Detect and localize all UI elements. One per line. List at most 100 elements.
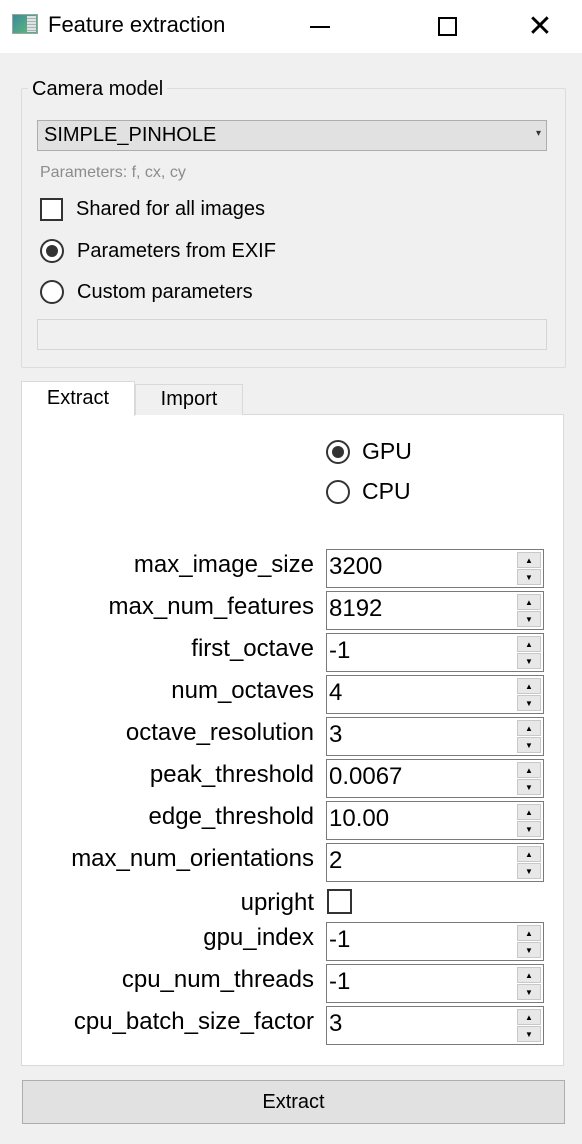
spin-up-icon[interactable]: ▲ [517,678,541,694]
param-label: edge_threshold [148,803,314,830]
camera-model-selected-value: SIMPLE_PINHOLE [44,124,217,146]
extract-button[interactable]: Extract [22,1080,565,1124]
param-label: max_num_orientations [71,845,314,872]
spin-down-icon[interactable]: ▼ [517,984,541,1000]
max-num-features-spinbox[interactable]: 8192 ▲ ▼ [326,591,544,630]
maximize-button[interactable] [424,0,470,53]
param-row-peak-threshold: peak_threshold 0.0067 ▲ ▼ [21,759,566,799]
gpu-index-spinbox[interactable]: -1 ▲ ▼ [326,922,544,961]
param-row-cpu-batch-size-factor: cpu_batch_size_factor 3 ▲ ▼ [21,1006,566,1046]
app-window-icon [12,14,38,34]
param-label: octave_resolution [125,719,314,746]
window-title: Feature extraction [48,12,226,37]
spin-down-icon[interactable]: ▼ [517,569,541,585]
upright-checkbox[interactable] [327,889,352,914]
spinbox-buttons: ▲ ▼ [517,804,541,837]
parameters-hint: Parameters: f, cx, cy [40,164,186,181]
tab-extract[interactable]: Extract [21,381,135,416]
radio-button[interactable] [40,280,64,304]
spin-down-icon[interactable]: ▼ [517,863,541,879]
param-row-gpu-index: gpu_index -1 ▲ ▼ [21,922,566,962]
param-row-cpu-num-threads: cpu_num_threads -1 ▲ ▼ [21,964,566,1004]
first-octave-spinbox[interactable]: -1 ▲ ▼ [326,633,544,672]
spinbox-buttons: ▲ ▼ [517,846,541,879]
param-label: cpu_batch_size_factor [73,1008,314,1035]
spin-down-icon[interactable]: ▼ [517,737,541,753]
cpu-num-threads-spinbox[interactable]: -1 ▲ ▼ [326,964,544,1003]
checkbox-box[interactable] [40,198,63,221]
param-label: max_image_size [133,551,314,578]
spin-up-icon[interactable]: ▲ [517,925,541,941]
param-row-first-octave: first_octave -1 ▲ ▼ [21,633,566,673]
radio-gpu[interactable]: GPU [326,438,412,465]
radio-label: Parameters from EXIF [77,239,276,262]
spin-up-icon[interactable]: ▲ [517,762,541,778]
camera-model-group-title: Camera model [28,78,168,101]
spin-down-icon[interactable]: ▼ [517,779,541,795]
close-icon: ✕ [527,9,553,43]
radio-label: CPU [362,478,411,504]
edge-threshold-spinbox[interactable]: 10.00 ▲ ▼ [326,801,544,840]
spinbox-value[interactable]: 0.0067 [329,763,402,791]
spin-up-icon[interactable]: ▲ [517,720,541,736]
spinbox-value[interactable]: 4 [329,679,342,707]
spinbox-value[interactable]: 3 [329,1010,342,1038]
radio-button[interactable] [326,479,350,504]
spin-up-icon[interactable]: ▲ [517,846,541,862]
radio-parameters-from-exif[interactable]: Parameters from EXIF [40,239,276,263]
spin-down-icon[interactable]: ▼ [517,611,541,627]
spinbox-value[interactable]: -1 [329,637,350,665]
spinbox-buttons: ▲ ▼ [517,720,541,753]
spinbox-buttons: ▲ ▼ [517,925,541,958]
spin-down-icon[interactable]: ▼ [517,821,541,837]
spin-up-icon[interactable]: ▲ [517,804,541,820]
param-label: first_octave [191,635,314,662]
spin-down-icon[interactable]: ▼ [517,942,541,958]
tab-import[interactable]: Import [135,384,243,415]
spin-down-icon[interactable]: ▼ [517,695,541,711]
radio-label: GPU [362,438,412,464]
param-row-max-num-orientations: max_num_orientations 2 ▲ ▼ [21,843,566,883]
cpu-batch-size-factor-spinbox[interactable]: 3 ▲ ▼ [326,1006,544,1045]
spin-up-icon[interactable]: ▲ [517,1009,541,1025]
shared-for-all-images-checkbox[interactable]: Shared for all images [40,198,265,221]
spinbox-buttons: ▲ ▼ [517,967,541,1000]
spin-down-icon[interactable]: ▼ [517,1026,541,1042]
peak-threshold-spinbox[interactable]: 0.0067 ▲ ▼ [326,759,544,798]
spinbox-value[interactable]: 3 [329,721,342,749]
custom-parameters-input[interactable] [37,319,547,350]
max-image-size-spinbox[interactable]: 3200 ▲ ▼ [326,549,544,588]
spin-up-icon[interactable]: ▲ [517,594,541,610]
radio-custom-parameters[interactable]: Custom parameters [40,280,253,304]
spinbox-buttons: ▲ ▼ [517,636,541,669]
spinbox-value[interactable]: 3200 [329,553,382,581]
spinbox-buttons: ▲ ▼ [517,678,541,711]
spin-down-icon[interactable]: ▼ [517,653,541,669]
param-label: max_num_features [108,593,314,620]
shared-for-all-images-label: Shared for all images [76,198,265,220]
param-row-octave-resolution: octave_resolution 3 ▲ ▼ [21,717,566,757]
spinbox-value[interactable]: 2 [329,847,342,875]
param-row-upright: upright [21,885,566,925]
radio-cpu[interactable]: CPU [326,478,411,505]
octave-resolution-spinbox[interactable]: 3 ▲ ▼ [326,717,544,756]
max-num-orientations-spinbox[interactable]: 2 ▲ ▼ [326,843,544,882]
radio-button-checked[interactable] [40,239,64,263]
param-label: peak_threshold [149,761,314,788]
spinbox-value[interactable]: 8192 [329,595,382,623]
spinbox-buttons: ▲ ▼ [517,594,541,627]
spin-up-icon[interactable]: ▲ [517,967,541,983]
spin-up-icon[interactable]: ▲ [517,636,541,652]
radio-label: Custom parameters [77,280,253,303]
spin-up-icon[interactable]: ▲ [517,552,541,568]
spinbox-value[interactable]: -1 [329,968,350,996]
num-octaves-spinbox[interactable]: 4 ▲ ▼ [326,675,544,714]
spinbox-buttons: ▲ ▼ [517,762,541,795]
camera-model-select[interactable]: SIMPLE_PINHOLE ▾ [37,120,547,151]
close-button[interactable]: ✕ [517,0,563,53]
radio-button-checked[interactable] [326,439,350,464]
param-row-edge-threshold: edge_threshold 10.00 ▲ ▼ [21,801,566,841]
minimize-button[interactable] [297,0,343,53]
spinbox-value[interactable]: 10.00 [329,805,389,833]
spinbox-value[interactable]: -1 [329,926,350,954]
